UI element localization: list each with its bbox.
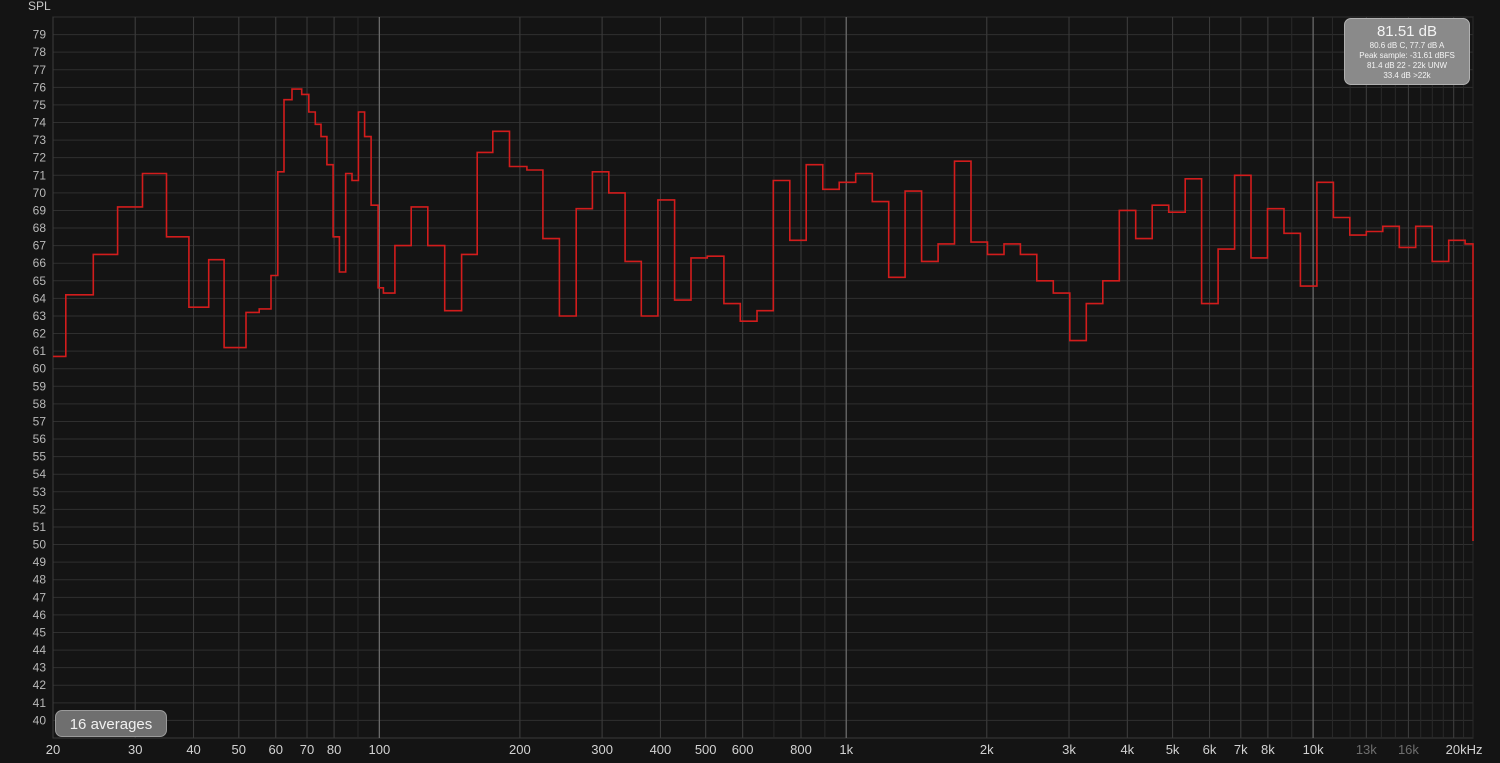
y-tick-label: 77 [33,63,47,77]
y-tick-label: 61 [33,344,47,358]
y-tick-label: 76 [33,80,47,94]
x-tick-label: 20 [46,742,60,757]
y-tick-label: 40 [33,713,47,727]
y-tick-label: 67 [33,239,47,253]
x-tick-label: 16k [1398,742,1419,757]
y-tick-label: 49 [33,555,47,569]
x-tick-label: 7k [1234,742,1248,757]
y-tick-label: 73 [33,133,47,147]
x-tick-label: 100 [368,742,390,757]
x-tick-label: 40 [186,742,200,757]
y-tick-label: 64 [33,291,47,305]
x-axis: 20 30 40 50 60 70 80 100 200 300 400 500 600 800 1k 2k 3… [46,742,1483,757]
x-tick-label: 5k [1166,742,1180,757]
x-tick-label: 60 [269,742,283,757]
total-level-value: 81.51 dB [1376,23,1438,40]
above-22k-level-text: 33.4 dB >22k [1383,71,1431,80]
x-tick-label: 500 [695,742,717,757]
y-tick-label: 60 [33,362,47,376]
plot-background [52,16,1474,739]
y-tick-label: 43 [33,661,47,675]
spectrum-chart[interactable]: 40 41 42 43 44 45 46 47 48 49 50 51 52 53 54 55 56 57 58 59… [0,0,1500,763]
x-tick-label: 2k [980,742,994,757]
y-tick-label: 62 [33,327,47,341]
x-tick-label: 70 [300,742,314,757]
peak-sample-text: Peak sample: -31.61 dBFS [1359,51,1455,60]
y-tick-label: 42 [33,678,47,692]
y-tick-label: 47 [33,590,47,604]
x-tick-label: 600 [732,742,754,757]
x-tick-label: 50 [232,742,246,757]
y-tick-label: 44 [33,643,47,657]
y-tick-label: 54 [33,467,47,481]
y-tick-label: 45 [33,625,47,639]
y-tick-label: 72 [33,151,47,165]
x-tick-label: 20kHz [1446,742,1483,757]
weighted-level-text: 80.6 dB C, 77.7 dB A [1369,41,1445,50]
y-tick-label: 41 [33,696,47,710]
y-tick-label: 65 [33,274,47,288]
y-tick-label: 50 [33,538,47,552]
y-tick-label: 66 [33,256,47,270]
unweighted-level-text: 81.4 dB 22 - 22k UNW [1366,61,1448,70]
y-tick-label: 59 [33,379,47,393]
y-axis: 40 41 42 43 44 45 46 47 48 49 50 51 52 53 54 55 56 57 58 59… [33,28,47,728]
y-tick-label: 78 [33,45,47,59]
y-tick-label: 70 [33,186,47,200]
y-tick-label: 71 [33,168,47,182]
y-tick-label: 56 [33,432,47,446]
x-tick-label: 200 [509,742,531,757]
x-tick-label: 13k [1356,742,1377,757]
y-tick-label: 53 [33,485,47,499]
x-tick-label: 1k [839,742,853,757]
y-tick-label: 55 [33,450,47,464]
y-tick-label: 74 [33,116,47,130]
y-tick-label: 68 [33,221,47,235]
y-tick-label: 46 [33,608,47,622]
averages-button[interactable]: 16 averages [55,710,167,737]
x-tick-label: 300 [591,742,613,757]
y-tick-label: 79 [33,28,47,42]
y-tick-label: 51 [33,520,47,534]
x-tick-label: 10k [1303,742,1324,757]
y-tick-label: 69 [33,203,47,217]
x-tick-label: 80 [327,742,341,757]
level-readout: 81.51 dB 80.6 dB C, 77.7 dB A Peak sampl… [1344,18,1470,85]
x-tick-label: 4k [1120,742,1134,757]
x-tick-label: 400 [650,742,672,757]
x-tick-label: 800 [790,742,812,757]
x-tick-label: 3k [1062,742,1076,757]
x-tick-label: 6k [1203,742,1217,757]
y-axis-title: SPL [28,0,51,13]
y-tick-label: 57 [33,414,47,428]
y-tick-label: 52 [33,502,47,516]
x-tick-label: 30 [128,742,142,757]
y-tick-label: 58 [33,397,47,411]
x-tick-label: 8k [1261,742,1275,757]
y-tick-label: 63 [33,309,47,323]
y-tick-label: 48 [33,573,47,587]
y-tick-label: 75 [33,98,47,112]
